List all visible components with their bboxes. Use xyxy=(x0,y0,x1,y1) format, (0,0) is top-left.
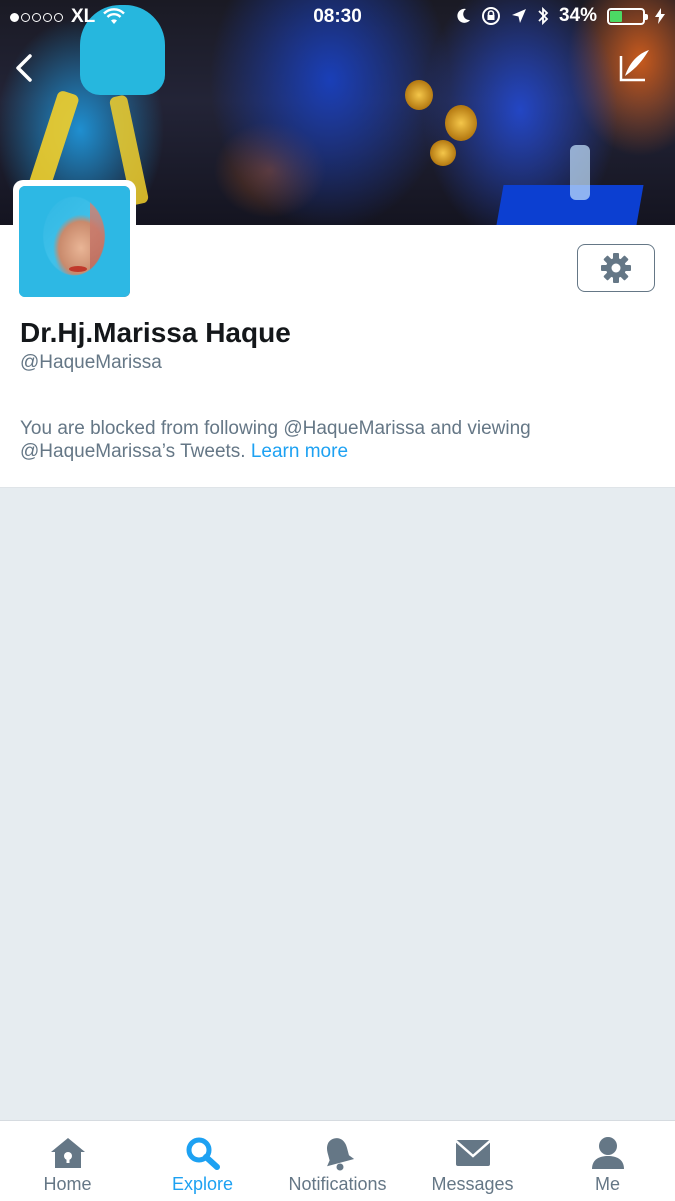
home-icon xyxy=(50,1138,85,1168)
charging-bolt-icon xyxy=(655,8,665,24)
back-button[interactable] xyxy=(8,50,44,86)
banner-medal xyxy=(405,80,433,110)
tab-me[interactable]: Me xyxy=(540,1121,675,1201)
person-icon xyxy=(591,1137,624,1169)
profile-handle: @HaqueMarissa xyxy=(20,352,162,373)
blocked-notice: You are blocked from following @HaqueMar… xyxy=(20,417,660,463)
battery-percentage: 34% xyxy=(558,5,597,26)
bottom-tab-bar: Home Explore Notifications Messages Me xyxy=(0,1120,675,1201)
search-icon xyxy=(186,1137,220,1170)
tab-explore-label: Explore xyxy=(171,1174,234,1194)
chevron-left-icon xyxy=(16,54,32,82)
bell-icon xyxy=(326,1138,354,1171)
envelope-icon xyxy=(454,1140,491,1166)
tab-home[interactable]: Home xyxy=(0,1121,135,1201)
bluetooth-icon xyxy=(538,6,549,26)
tab-home-label: Home xyxy=(43,1174,92,1194)
location-arrow-icon xyxy=(511,9,526,23)
avatar-image xyxy=(19,186,130,297)
profile-name: Dr.Hj.Marissa Haque xyxy=(20,317,291,348)
tab-notifications-label: Notifications xyxy=(288,1174,387,1194)
learn-more-link[interactable]: Learn more xyxy=(251,441,348,462)
profile-settings-button[interactable] xyxy=(577,244,655,292)
compose-tweet-icon xyxy=(619,50,649,82)
tab-messages[interactable]: Messages xyxy=(405,1121,540,1201)
tab-notifications[interactable]: Notifications xyxy=(270,1121,405,1201)
tab-messages-label: Messages xyxy=(431,1174,514,1194)
banner-medal xyxy=(430,140,456,166)
tab-explore[interactable]: Explore xyxy=(135,1121,270,1201)
status-bar: XL 08:30 34% xyxy=(0,0,675,36)
gear-icon xyxy=(601,253,631,283)
rotation-lock-icon xyxy=(481,7,500,25)
compose-tweet-button[interactable] xyxy=(615,46,655,86)
status-right: 34% xyxy=(457,5,665,27)
battery-icon xyxy=(607,7,648,25)
moon-icon xyxy=(457,8,470,23)
banner-medal xyxy=(445,105,477,141)
avatar[interactable] xyxy=(13,180,136,303)
banner-bottle xyxy=(570,145,590,200)
tab-me-label: Me xyxy=(594,1174,620,1194)
